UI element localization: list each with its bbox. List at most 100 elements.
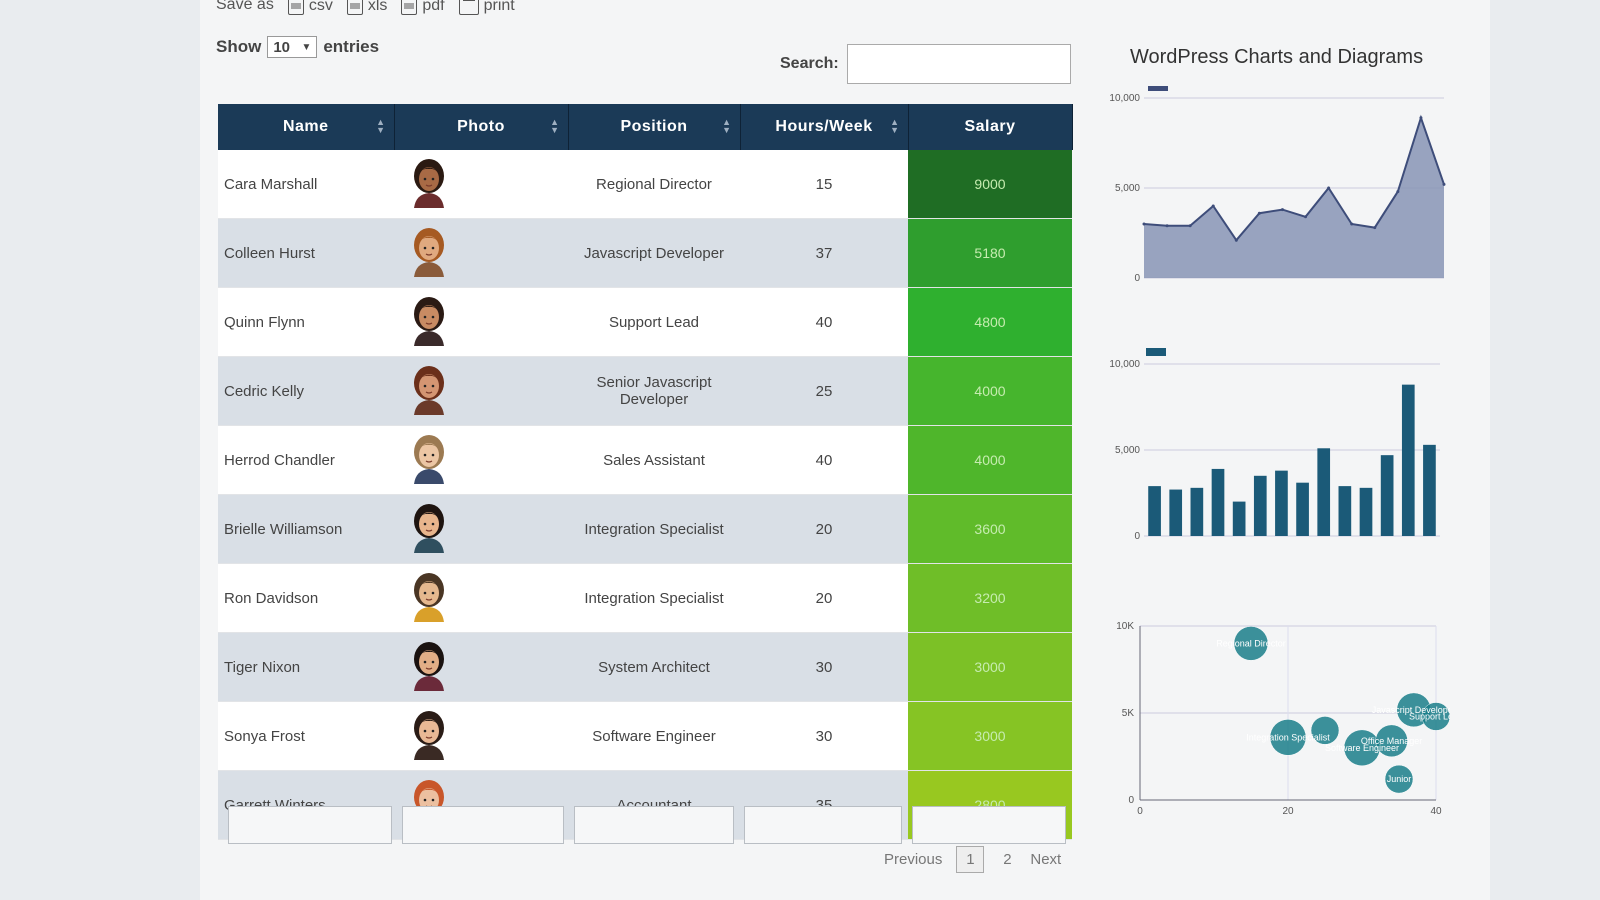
employee-salary: 3000 <box>908 632 1072 702</box>
bubble-label: Support Lead <box>1409 711 1450 721</box>
entries-label: entries <box>323 37 380 56</box>
csv-file-icon <box>287 0 304 15</box>
y-tick-label: 10K <box>1116 621 1134 632</box>
bar <box>1211 468 1225 536</box>
area-point <box>1280 208 1284 212</box>
bar <box>1148 486 1161 536</box>
x-tick-label: 0 <box>1137 806 1143 817</box>
photo-cell <box>394 218 568 288</box>
photo-cell <box>394 356 568 426</box>
area-point <box>1142 222 1146 226</box>
employee-salary: 4800 <box>908 287 1072 357</box>
search-input[interactable] <box>846 44 1071 84</box>
table-row: Quinn Flynn Support Lead 40 4800 <box>218 287 1072 357</box>
employee-table: Name ▲ ▼ Photo ▲ ▼ Position ▲ ▼ Hours/Week ▲ ▼ S… <box>218 104 1073 840</box>
area-point <box>1373 226 1377 230</box>
employee-position: Sales Assistant <box>568 425 740 495</box>
x-tick-label: 20 <box>1282 806 1294 817</box>
employee-salary: 4000 <box>908 425 1072 495</box>
avatar <box>414 297 444 346</box>
export-pdf-button[interactable]: pdf <box>401 0 445 15</box>
position-filter-input[interactable] <box>574 806 734 844</box>
page-length-select[interactable]: 10 ▼ <box>267 36 318 58</box>
employee-position: Javascript Developer <box>568 218 740 288</box>
table-row: Herrod Chandler Sales Assistant 40 4000 <box>218 425 1072 495</box>
employee-name: Colleen Hurst <box>218 218 394 288</box>
table-row: Colleen Hurst Javascript Developer 37 5180 <box>218 218 1072 288</box>
employee-position: System Architect <box>568 632 740 702</box>
pdf-file-icon <box>401 0 418 15</box>
employee-name: Ron Davidson <box>218 563 394 633</box>
column-header-name[interactable]: Name ▲ ▼ <box>218 104 395 150</box>
column-header-salary[interactable]: Salary <box>908 104 1073 150</box>
bar <box>1423 444 1436 536</box>
page-1-button[interactable]: 1 <box>956 846 985 873</box>
sort-icon: ▲ ▼ <box>550 117 560 135</box>
employee-name: Tiger Nixon <box>218 632 394 702</box>
column-header-name-label: Name <box>282 118 329 135</box>
avatar <box>414 228 444 277</box>
export-csv-button[interactable]: csv <box>287 0 333 15</box>
y-tick-label: 0 <box>1134 531 1140 542</box>
column-header-hours[interactable]: Hours/Week ▲ ▼ <box>740 104 909 150</box>
employee-position: Senior Javascript Developer <box>568 356 740 426</box>
photo-filter-input[interactable] <box>402 806 564 844</box>
area-chart: 10,000 5,000 0 <box>1109 86 1446 284</box>
area-point <box>1350 222 1354 226</box>
employee-salary: 5180 <box>908 218 1072 288</box>
bar <box>1275 470 1288 536</box>
bar <box>1401 384 1415 536</box>
employee-name: Quinn Flynn <box>218 287 394 357</box>
area-point <box>1396 190 1400 194</box>
column-header-salary-label: Salary <box>964 118 1016 135</box>
table-row: Cara Marshall Regional Director 15 9000 <box>218 150 1072 219</box>
bubble-label: Junior <box>1387 774 1412 784</box>
pagination: Previous 1 2 Next <box>884 846 1061 873</box>
print-button[interactable]: print <box>458 0 515 15</box>
bar <box>1232 501 1246 536</box>
area-point <box>1442 182 1446 186</box>
bar <box>1190 487 1204 536</box>
next-page-button[interactable]: Next <box>1030 851 1061 868</box>
table-row: Tiger Nixon System Architect 30 3000 <box>218 632 1072 702</box>
employee-position: Regional Director <box>568 150 740 219</box>
bar <box>1359 487 1373 536</box>
table-row: Ron Davidson Integration Specialist 20 3200 <box>218 563 1072 633</box>
column-filters <box>228 806 1066 844</box>
previous-page-button[interactable]: Previous <box>884 851 942 868</box>
charts-title: WordPress Charts and Diagrams <box>1130 46 1424 68</box>
x-tick-label: 40 <box>1430 806 1442 817</box>
legend-swatch <box>1146 348 1166 356</box>
column-header-position-label: Position <box>620 118 688 135</box>
page: Save as csv xls pdf print Show 10 ▼ entr… <box>200 0 1490 900</box>
y-tick-label: 10,000 <box>1109 359 1140 370</box>
save-as-label: Save as <box>216 0 274 13</box>
table-row: Cedric Kelly Senior Javascript Developer 2… <box>218 356 1072 426</box>
sort-icon: ▲ ▼ <box>376 117 386 135</box>
bubble-label: Office Manager <box>1361 736 1422 746</box>
employee-hours: 25 <box>740 356 908 426</box>
export-xls-button[interactable]: xls <box>346 0 387 15</box>
employee-position: Support Lead <box>568 287 740 357</box>
search-control: Search: <box>780 44 1071 84</box>
bar <box>1380 455 1394 536</box>
avatar <box>414 642 444 691</box>
photo-cell <box>394 425 568 495</box>
column-header-position[interactable]: Position ▲ ▼ <box>568 104 741 150</box>
page-length-value: 10 <box>273 38 291 56</box>
employee-hours: 15 <box>740 150 908 219</box>
photo-cell <box>394 494 568 564</box>
salary-filter-input[interactable] <box>912 806 1066 844</box>
y-tick-label: 10,000 <box>1109 93 1140 104</box>
area-point <box>1257 211 1261 215</box>
page-2-button[interactable]: 2 <box>998 851 1016 868</box>
hours-filter-input[interactable] <box>744 806 902 844</box>
column-header-photo[interactable]: Photo ▲ ▼ <box>394 104 569 150</box>
employee-position: Integration Specialist <box>568 494 740 564</box>
bubble-label: Regional Director <box>1216 638 1286 648</box>
name-filter-input[interactable] <box>228 806 392 844</box>
avatar <box>414 573 444 622</box>
sort-icon: ▲ ▼ <box>722 117 732 135</box>
bar <box>1169 489 1183 536</box>
table-header-row: Name ▲ ▼ Photo ▲ ▼ Position ▲ ▼ Hours/Week ▲ ▼ S… <box>218 104 1073 150</box>
